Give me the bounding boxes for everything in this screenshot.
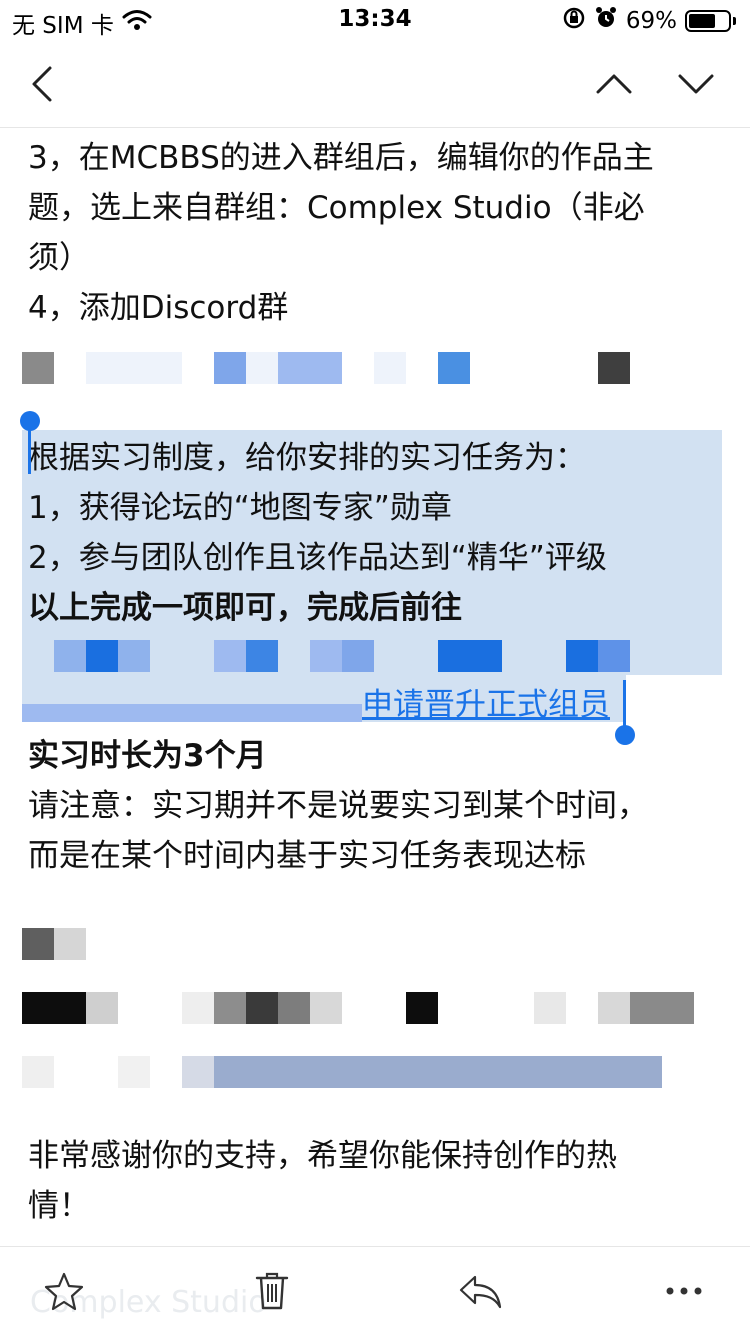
step3-line3: 须） — [28, 240, 90, 276]
battery-percent: 69% — [625, 8, 677, 34]
selection-start-caret — [28, 428, 31, 474]
task-item-2: 2，参与团队创作且该作品达到“精华”评级 — [28, 540, 607, 576]
more-button[interactable] — [658, 1265, 710, 1317]
trash-icon — [255, 1272, 289, 1310]
battery-level — [689, 14, 715, 28]
step3-line2: 题，选上来自群组：Complex Studio（非必 — [28, 190, 645, 226]
more-icon — [666, 1287, 702, 1295]
task-intro: 根据实习制度，给你安排的实习任务为： — [28, 440, 586, 476]
star-button[interactable] — [38, 1265, 90, 1317]
notice-line1: 请注意：实习期并不是说要实习到某个时间， — [28, 788, 648, 824]
back-button[interactable] — [18, 60, 66, 108]
delete-button[interactable] — [246, 1265, 298, 1317]
duration-line: 实习时长为3个月 — [28, 738, 267, 774]
status-right: 69% — [562, 6, 736, 36]
next-mail-button[interactable] — [672, 60, 720, 108]
thanks-line1: 非常感谢你的支持，希望你能保持创作的热 — [28, 1138, 617, 1174]
mail-body[interactable]: 3，在MCBBS的进入群组后，编辑你的作品主 题，选上来自群组：Complex … — [0, 128, 750, 1246]
chevron-down-icon — [678, 74, 714, 94]
alarm-icon — [594, 6, 618, 36]
previous-mail-button[interactable] — [590, 60, 638, 108]
step4-line: 4，添加Discord群 — [28, 290, 289, 326]
task-note: 以上完成一项即可，完成后前往 — [28, 590, 462, 626]
battery-icon — [685, 10, 731, 32]
selection-end-handle[interactable] — [615, 725, 635, 745]
bottom-toolbar: Complex Studio — [0, 1246, 750, 1334]
rotation-lock-icon — [562, 6, 586, 36]
battery-tip — [733, 17, 736, 25]
selection-end-caret — [623, 680, 626, 726]
task-item-1: 1，获得论坛的“地图专家”勋章 — [28, 490, 452, 526]
nav-bar — [0, 40, 750, 128]
notice-line2: 而是在某个时间内基于实习任务表现达标 — [28, 838, 586, 874]
star-icon — [44, 1272, 84, 1311]
reply-button[interactable] — [454, 1265, 506, 1317]
chevron-up-icon — [596, 74, 632, 94]
status-bar: 无 SIM 卡 13:34 69% — [0, 0, 750, 40]
thanks-line2: 情！ — [28, 1188, 90, 1224]
back-chevron-icon — [32, 66, 52, 102]
apply-promotion-link[interactable]: 申请晋升正式组员 — [362, 680, 610, 730]
reply-icon — [459, 1275, 502, 1309]
step3-line1: 3，在MCBBS的进入群组后，编辑你的作品主 — [28, 140, 654, 176]
